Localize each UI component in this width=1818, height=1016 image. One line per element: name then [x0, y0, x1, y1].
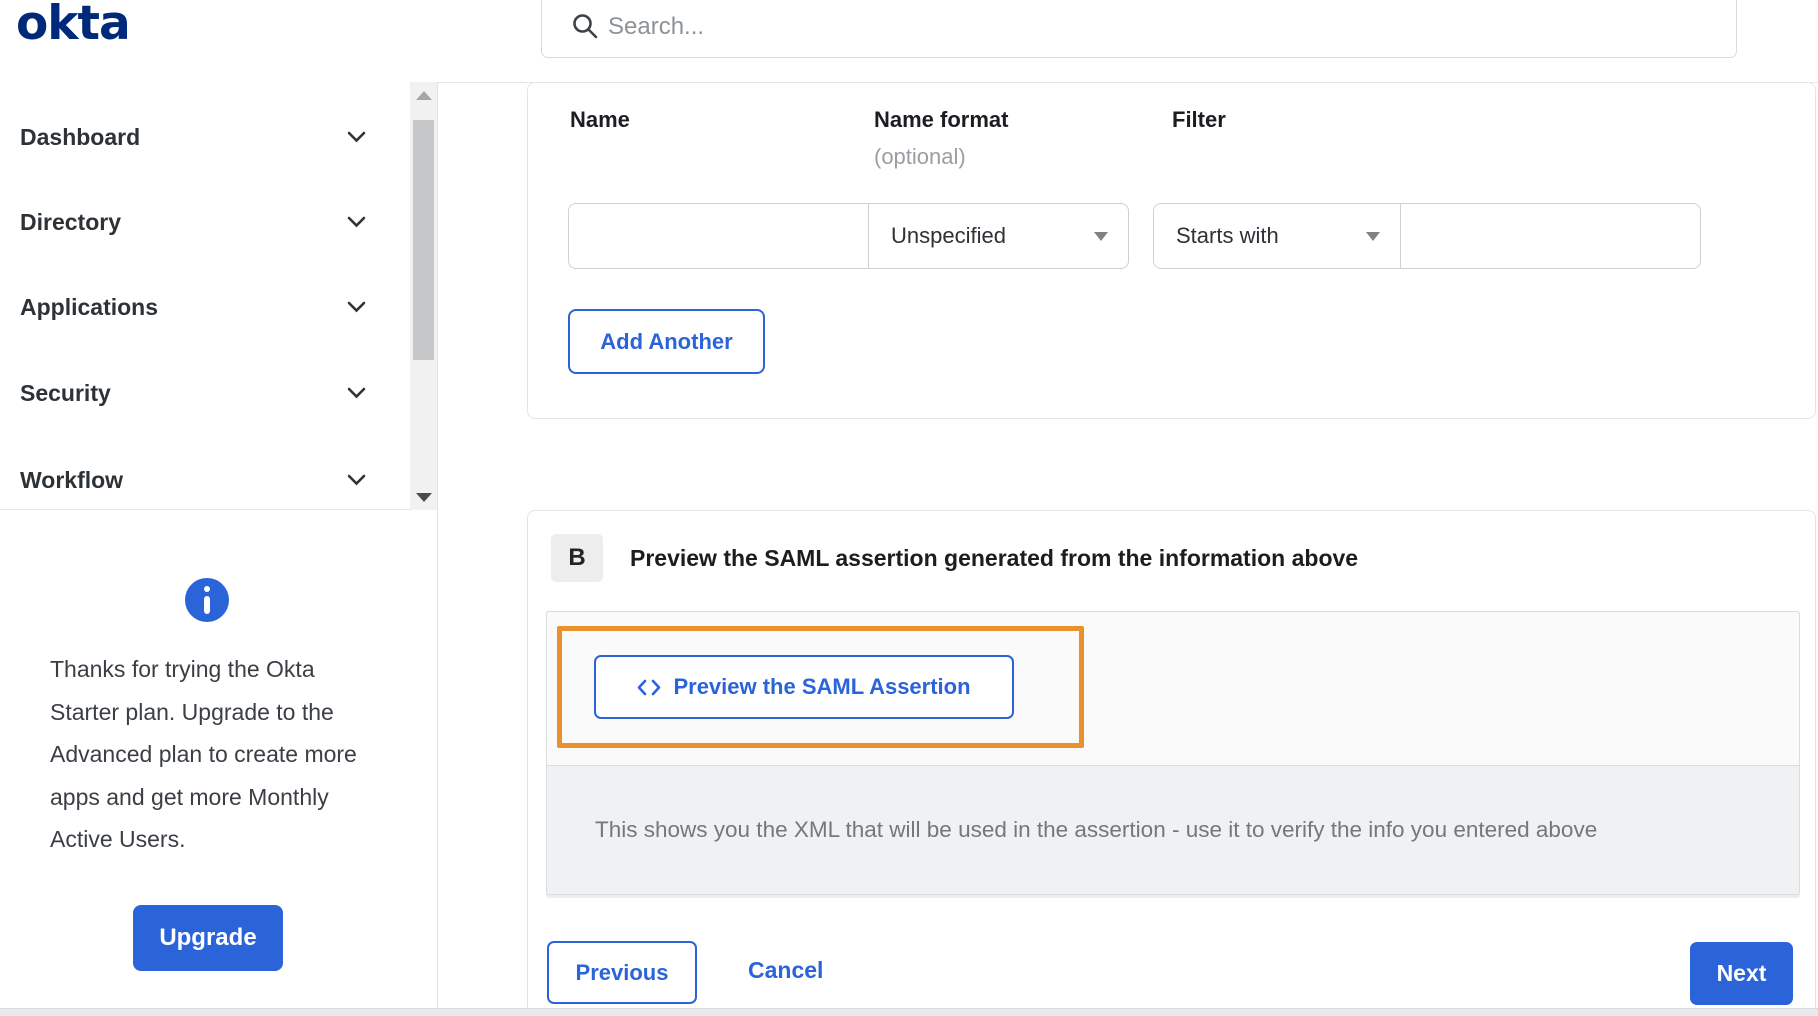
scroll-up-icon[interactable]: [410, 82, 437, 108]
bottom-edge-strip: [0, 1008, 1818, 1016]
chevron-down-icon: [347, 387, 366, 399]
sidebar-item-applications[interactable]: Applications: [0, 283, 410, 331]
dropdown-caret-icon: [1094, 231, 1108, 241]
sidebar-item-workflow[interactable]: Workflow: [0, 456, 410, 504]
okta-logo: okta: [16, 0, 131, 51]
info-icon: [185, 578, 229, 622]
chevron-down-icon: [347, 131, 366, 143]
sidebar-item-dashboard[interactable]: Dashboard: [0, 113, 410, 161]
sidebar-nav: Dashboard Directory Applications Securit…: [0, 82, 437, 510]
dropdown-caret-icon: [1366, 231, 1380, 241]
filter-value-field[interactable]: [1400, 203, 1701, 269]
sidebar-item-label: Directory: [20, 208, 121, 235]
filter-type-select[interactable]: Starts with: [1153, 203, 1401, 269]
sidebar-item-directory[interactable]: Directory: [0, 198, 410, 246]
preview-description-area: This shows you the XML that will be used…: [546, 765, 1800, 895]
name-column-label: Name: [570, 107, 630, 132]
chevron-down-icon: [347, 216, 366, 228]
okta-admin-page: okta Dashboard Directory Applications Se…: [0, 0, 1818, 1016]
next-button[interactable]: Next: [1690, 942, 1793, 1005]
sidebar-scrollbar[interactable]: [410, 82, 437, 510]
previous-button[interactable]: Previous: [547, 941, 697, 1004]
sidebar-item-security[interactable]: Security: [0, 369, 410, 417]
sidebar-item-label: Applications: [20, 293, 159, 320]
sidebar-item-label: Security: [20, 379, 111, 406]
sidebar-item-label: Workflow: [20, 466, 124, 493]
scrollbar-thumb[interactable]: [413, 120, 434, 360]
filter-value-input[interactable]: [1401, 204, 1700, 268]
cancel-link[interactable]: Cancel: [748, 957, 823, 984]
filter-column-label: Filter: [1172, 107, 1226, 132]
chevron-down-icon: [347, 474, 366, 486]
name-format-optional-hint: (optional): [874, 144, 966, 169]
preview-saml-assertion-label: Preview the SAML Assertion: [673, 674, 971, 699]
search-icon: [573, 14, 598, 39]
sidebar-divider: [437, 82, 438, 1008]
chevron-down-icon: [347, 301, 366, 313]
code-icon: [638, 679, 661, 695]
scroll-down-icon[interactable]: [410, 484, 437, 510]
global-search[interactable]: [541, 0, 1737, 58]
attribute-name-input[interactable]: [569, 204, 868, 268]
preview-saml-assertion-button[interactable]: Preview the SAML Assertion: [594, 655, 1014, 719]
attribute-name-field[interactable]: [568, 203, 869, 269]
name-format-value: Unspecified: [891, 223, 1006, 248]
plan-upsell-text: Thanks for trying the Okta Starter plan.…: [50, 656, 357, 852]
add-another-button[interactable]: Add Another: [568, 309, 765, 374]
name-format-select[interactable]: Unspecified: [868, 203, 1129, 269]
upgrade-button[interactable]: Upgrade: [133, 905, 283, 971]
search-input[interactable]: [608, 7, 1688, 47]
section-b-badge: B: [551, 534, 603, 582]
section-b-title: Preview the SAML assertion generated fro…: [630, 545, 1359, 571]
preview-description: This shows you the XML that will be used…: [595, 817, 1598, 842]
name-format-column-label: Name format: [874, 107, 1009, 132]
filter-type-value: Starts with: [1176, 223, 1279, 248]
sidebar-item-label: Dashboard: [20, 123, 141, 150]
